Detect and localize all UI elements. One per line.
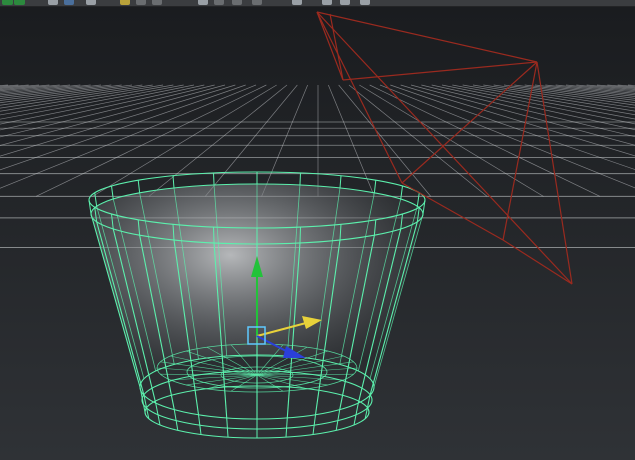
status-toolbar bbox=[0, 0, 635, 7]
settings-button[interactable] bbox=[340, 0, 350, 5]
snap-point-button[interactable] bbox=[152, 0, 162, 5]
cup-rim-edge bbox=[299, 227, 301, 243]
maya-app bbox=[0, 0, 635, 460]
viewport-canvas[interactable] bbox=[0, 7, 635, 460]
snap-curve-button[interactable] bbox=[136, 0, 146, 5]
sync-button[interactable] bbox=[322, 0, 332, 5]
select-mode-button[interactable] bbox=[48, 0, 58, 5]
viewport-3d[interactable] bbox=[0, 7, 635, 460]
snap-grid-button[interactable] bbox=[120, 0, 130, 5]
cup-rim-edge bbox=[213, 227, 215, 243]
layout-button-1[interactable] bbox=[2, 0, 13, 5]
file-button[interactable] bbox=[360, 0, 370, 5]
ipr-button[interactable] bbox=[214, 0, 224, 5]
light-button[interactable] bbox=[252, 0, 262, 5]
layout-button-2[interactable] bbox=[14, 0, 25, 5]
render-button[interactable] bbox=[198, 0, 208, 5]
move-tool-button[interactable] bbox=[64, 0, 74, 5]
rotate-tool-button[interactable] bbox=[86, 0, 96, 5]
history-button[interactable] bbox=[292, 0, 302, 5]
cup-rim-edge bbox=[213, 172, 215, 186]
cup-rim-edge bbox=[299, 172, 301, 186]
camera-button[interactable] bbox=[232, 0, 242, 5]
